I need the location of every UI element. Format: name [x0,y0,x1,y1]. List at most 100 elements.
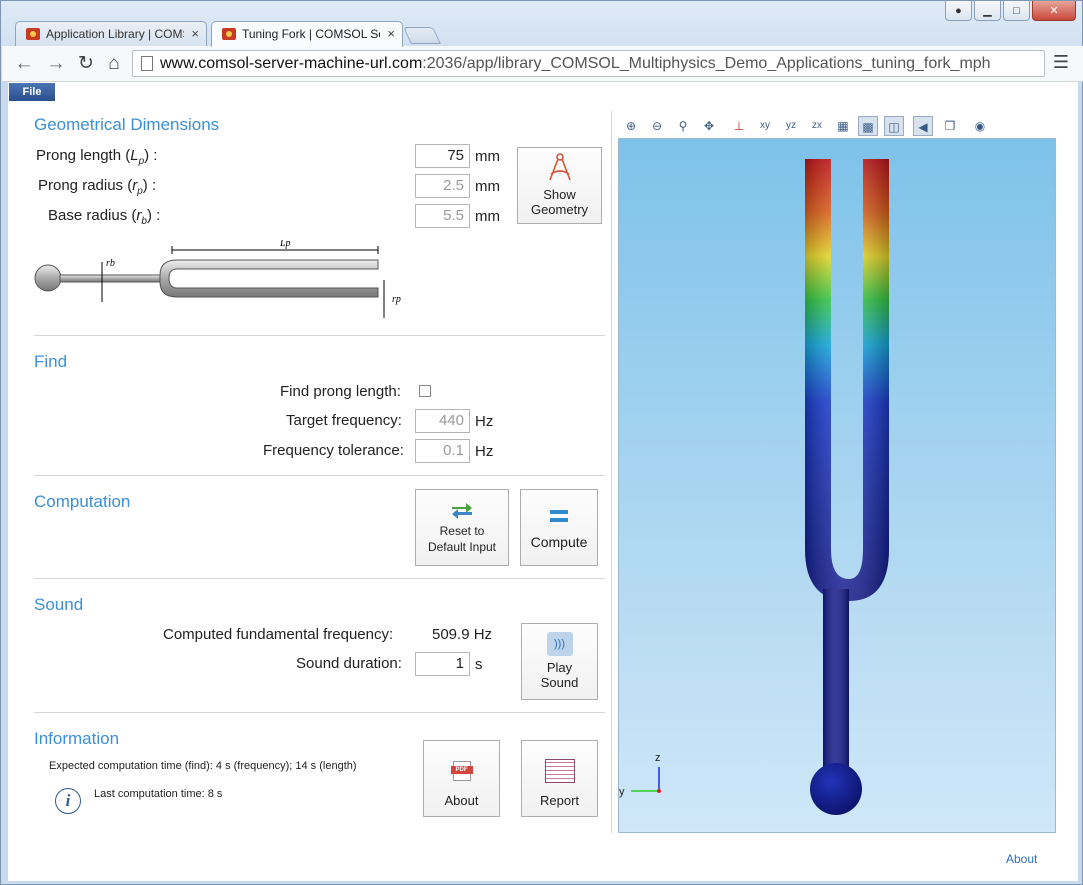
xy-view-icon[interactable]: xy [755,116,775,136]
axis-z-label: z [655,752,661,764]
report-icon [544,759,575,783]
legend-icon[interactable]: ◫ [884,116,904,136]
close-tab-icon[interactable]: × [387,22,395,46]
reload-icon[interactable]: ↻ [74,52,98,76]
tab-label: Application Library | COMSOL Server [46,27,184,41]
sound-duration-unit: s [475,656,483,673]
divider [34,712,605,713]
transparency-icon[interactable]: ▩ [858,116,878,136]
computed-frequency-value: 509.9 Hz [432,626,493,643]
info-icon: i [55,788,81,814]
frequency-tolerance-label: Frequency tolerance: [263,442,404,459]
find-prong-length-checkbox[interactable] [419,385,431,397]
address-bar[interactable]: www.comsol-server-machine-url.com:2036/a… [132,50,1045,77]
home-icon[interactable]: ⌂ [102,52,126,76]
file-menu-button[interactable]: File [9,83,55,101]
section-title-geometry: Geometrical Dimensions [34,115,220,134]
section-title-sound: Sound [34,595,84,614]
tuning-fork-model: z y [619,159,889,815]
reset-label-2: Default Input [427,540,497,554]
prong-radius-unit: mm [475,178,500,195]
close-tab-icon[interactable]: × [191,22,199,46]
frequency-tolerance-unit: Hz [475,443,494,460]
camera-icon[interactable]: ◉ [970,116,990,136]
find-prong-length-label: Find prong length: [280,383,401,400]
last-time-text: Last computation time: 8 s [94,788,223,800]
url-host: www.comsol-server-machine-url.com [160,55,423,72]
sketch-label-lp: Lp [279,240,291,249]
sketch-label-rp: rp [392,294,401,305]
tab-label: Tuning Fork | COMSOL Server [242,27,380,41]
section-title-find: Find [34,352,68,371]
close-window-button[interactable]: ✕ [1032,1,1076,21]
default-view-icon[interactable]: ⊥ [729,116,749,136]
tab-application-library[interactable]: Application Library | COMSOL Server × [15,21,207,46]
prong-radius-label: Prong radius (rp) : [38,177,157,197]
sound-toggle-icon[interactable]: ◀ [913,116,933,136]
zoom-extents-icon[interactable]: ✥ [699,116,719,136]
grid-icon[interactable]: ▦ [833,116,853,136]
prong-length-input[interactable]: 75 [415,144,470,168]
comsol-favicon-icon [222,28,236,40]
app-menubar: File [8,82,1078,101]
expected-time-text: Expected computation time (find): 4 s (f… [49,760,357,772]
equals-icon [550,510,568,514]
about-button[interactable]: PDF About [423,740,500,817]
prong-length-label: Prong length (Lp) : [36,147,158,167]
target-frequency-label: Target frequency: [286,412,402,429]
maximize-button[interactable]: □ [1003,1,1030,21]
yz-view-icon[interactable]: yz [781,116,801,136]
sketch-label-rb: rb [106,258,115,269]
hamburger-menu-icon[interactable]: ☰ [1053,52,1069,73]
base-radius-unit: mm [475,208,500,225]
prong-radius-input[interactable]: 2.5 [415,174,470,198]
show-geometry-label-2: Geometry [530,202,589,217]
tuning-fork-sketch: Lp rb rp [34,240,401,318]
section-title-computation: Computation [34,492,131,511]
panel-divider [611,111,612,833]
sound-duration-input[interactable]: 1 [415,652,470,676]
forward-arrow-icon[interactable]: → [44,52,68,76]
about-link[interactable]: About [1006,852,1037,866]
target-frequency-input[interactable]: 440 [415,409,470,433]
browser-toolbar: ← → ↻ ⌂ www.comsol-server-machine-url.co… [2,46,1083,82]
reset-label-1: Reset to [439,524,485,538]
computed-frequency-label: Computed fundamental frequency: [163,626,394,643]
show-geometry-button[interactable]: Show Geometry [517,147,602,224]
new-tab-button[interactable] [403,27,441,44]
divider [34,335,605,336]
play-label-1: Play [546,660,573,675]
about-label: About [444,793,479,808]
back-arrow-icon[interactable]: ← [12,52,36,76]
axis-y-label: y [619,786,625,798]
page-icon [141,56,153,71]
compute-label: Compute [530,534,588,550]
graphics-viewport[interactable]: z y [618,138,1056,833]
frequency-tolerance-input[interactable]: 0.1 [415,439,470,463]
section-title-information: Information [34,729,120,748]
tab-tuning-fork[interactable]: Tuning Fork | COMSOL Server × [211,21,403,47]
show-geometry-label-1: Show [543,187,576,202]
base-radius-input[interactable]: 5.5 [415,204,470,228]
sound-duration-label: Sound duration: [296,655,402,672]
window-icon[interactable]: ❐ [940,116,960,136]
play-label-2: Sound [540,675,579,690]
minimize-button[interactable]: ▁ [974,1,1001,21]
zx-view-icon[interactable]: zx [807,116,827,136]
divider [34,578,605,579]
app-content: File Geometrical Dimensions Prong length… [8,82,1078,881]
report-label: Report [539,793,580,808]
play-sound-button[interactable]: ))) Play Sound [521,623,598,700]
zoom-in-icon[interactable]: ⊕ [621,116,641,136]
browser-window: ● ▁ □ ✕ Application Library | COMSOL Ser… [0,0,1083,885]
compute-button[interactable]: Compute [520,489,598,566]
user-icon[interactable]: ● [945,1,972,21]
compass-icon [548,153,571,181]
report-button[interactable]: Report [521,740,598,817]
pdf-icon: PDF [450,761,473,781]
reset-default-button[interactable]: Reset to Default Input [415,489,509,566]
url-path: :2036/app/library_COMSOL_Multiphysics_De… [422,55,991,72]
comsol-favicon-icon [26,28,40,40]
zoom-out-icon[interactable]: ⊖ [647,116,667,136]
zoom-box-icon[interactable]: ⚲ [673,116,693,136]
